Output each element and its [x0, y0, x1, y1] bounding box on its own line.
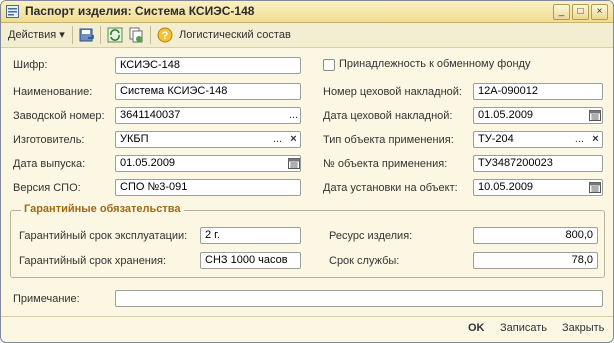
factory-no-label: Заводской номер:	[13, 110, 105, 122]
object-type-clear-button[interactable]: ×	[588, 132, 603, 147]
factory-no-field[interactable]: 3641140037	[115, 107, 301, 124]
warranty-storage-label: Гарантийный срок хранения:	[19, 255, 167, 267]
name-label: Наименование:	[13, 86, 93, 98]
shop-invoice-no-field[interactable]: 12А-090012	[473, 83, 603, 100]
toolbar-separator	[100, 26, 101, 44]
calendar-icon[interactable]	[288, 158, 300, 169]
object-no-field[interactable]: ТУ3487200023	[473, 155, 603, 172]
manufacturer-select-button[interactable]: ...	[270, 132, 285, 147]
warranty-group-title: Гарантийные обязательства	[21, 203, 184, 215]
copy-icon[interactable]	[128, 27, 144, 43]
shop-invoice-date-label: Дата цеховой накладной:	[323, 110, 453, 122]
object-no-label: № объекта применения:	[323, 158, 448, 170]
form-icon	[6, 5, 19, 18]
calendar-icon[interactable]	[589, 110, 601, 121]
footer-divider	[1, 316, 613, 317]
warranty-operation-field[interactable]: 2 г.	[200, 227, 301, 244]
maximize-button[interactable]: □	[572, 4, 589, 20]
manufacturer-clear-button[interactable]: ×	[286, 132, 301, 147]
window-title: Паспорт изделия: Система КСИЭС-148	[25, 4, 255, 18]
object-type-label: Тип объекта применения:	[323, 134, 454, 146]
shop-invoice-no-label: Номер цеховой накладной:	[323, 86, 462, 98]
passport-window: Паспорт изделия: Система КСИЭС-148 _ □ ×…	[0, 0, 614, 343]
install-date-field[interactable]: 10.05.2009	[473, 179, 603, 196]
minimize-button[interactable]: _	[553, 4, 570, 20]
service-life-field[interactable]: 78,0	[473, 252, 598, 269]
note-field[interactable]	[115, 290, 603, 307]
toolbar: Действия ▾ ? Логистический состав	[1, 23, 613, 48]
title-bar: Паспорт изделия: Система КСИЭС-148 _ □ ×	[1, 1, 613, 23]
name-field[interactable]: Система КСИЭС-148	[115, 83, 301, 100]
warranty-operation-label: Гарантийный срок эксплуатации:	[19, 230, 188, 242]
spo-version-label: Версия СПО:	[13, 182, 81, 194]
manufacturer-label: Изготовитель:	[13, 134, 85, 146]
close-button[interactable]: Закрыть	[562, 322, 604, 334]
spo-version-field[interactable]: СПО №3-091	[115, 179, 301, 196]
calendar-icon[interactable]	[589, 182, 601, 193]
actions-menu[interactable]: Действия ▾	[8, 26, 65, 44]
release-date-label: Дата выпуска:	[13, 158, 86, 170]
refresh-icon[interactable]	[107, 27, 123, 43]
save-button[interactable]: Записать	[500, 322, 547, 334]
svg-text:?: ?	[162, 30, 169, 42]
resource-field[interactable]: 800,0	[473, 227, 598, 244]
cipher-field[interactable]: КСИЭС-148	[115, 57, 301, 74]
help-icon[interactable]: ?	[157, 27, 173, 43]
release-date-field[interactable]: 01.05.2009	[115, 155, 301, 172]
cipher-label: Шифр:	[13, 59, 48, 71]
exchange-fund-label: Принадлежность к обменному фонду	[339, 58, 531, 70]
toolbar-separator	[150, 26, 151, 44]
install-date-label: Дата установки на объект:	[323, 182, 458, 194]
close-window-button[interactable]: ×	[591, 4, 608, 20]
warranty-storage-field[interactable]: СНЗ 1000 часов	[200, 252, 301, 269]
service-life-label: Срок службы:	[329, 255, 400, 267]
logistic-composition-button[interactable]: Логистический состав	[179, 26, 291, 44]
factory-no-select-button[interactable]: ...	[286, 108, 301, 123]
save-close-icon[interactable]	[79, 27, 95, 43]
note-label: Примечание:	[13, 293, 80, 305]
resource-label: Ресурс изделия:	[329, 230, 413, 242]
object-type-select-button[interactable]: ...	[572, 132, 587, 147]
exchange-fund-checkbox[interactable]	[323, 59, 335, 71]
ok-button[interactable]: OK	[468, 322, 485, 334]
toolbar-separator	[72, 26, 73, 44]
shop-invoice-date-field[interactable]: 01.05.2009	[473, 107, 603, 124]
